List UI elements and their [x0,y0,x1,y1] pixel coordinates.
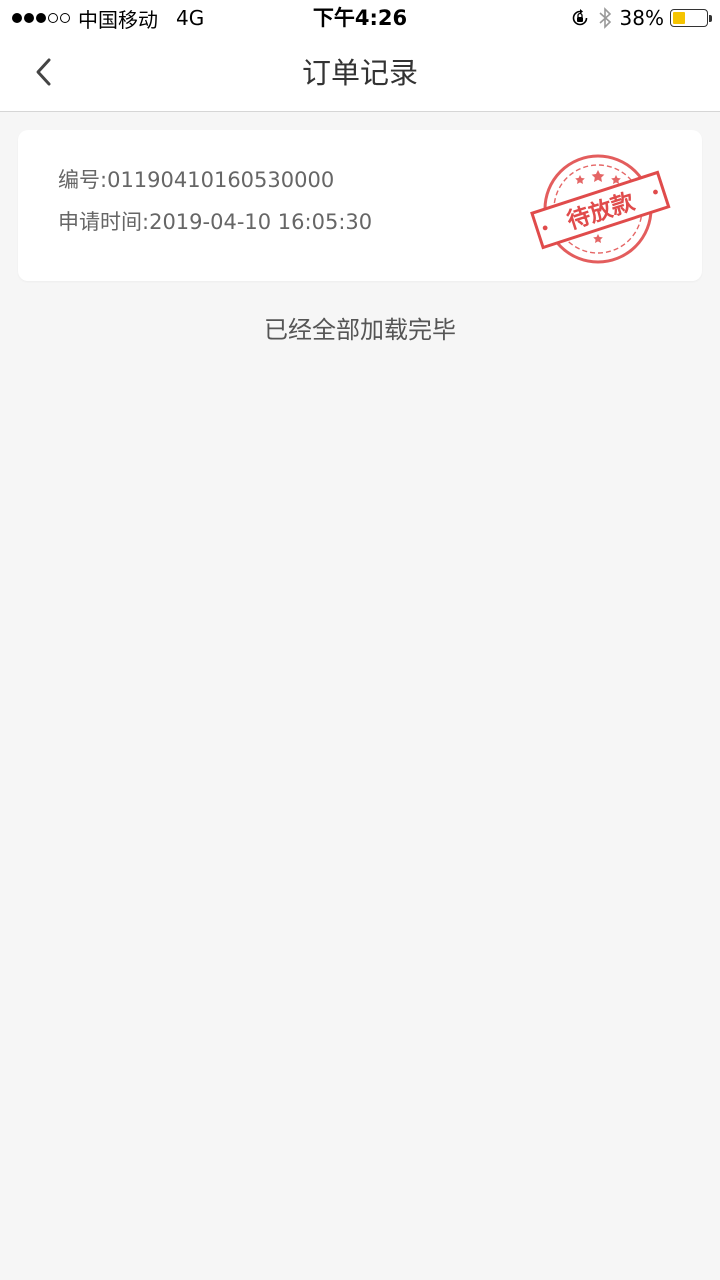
order-card[interactable]: 编号:01190410160530000 申请时间:2019-04-10 16:… [18,130,702,281]
battery-icon [670,9,708,27]
load-complete-message: 已经全部加载完毕 [264,316,456,344]
order-number-value: 01190410160530000 [107,168,335,192]
order-number: 编号:01190410160530000 [58,164,334,194]
rotation-lock-icon [570,8,590,28]
apply-time-label: 申请时间: [58,210,150,234]
status-right: 38% [570,4,712,32]
status-stamp: 待放款 [528,148,678,270]
order-apply-time: 申请时间:2019-04-10 16:05:30 [58,206,372,236]
page-title: 订单记录 [301,56,418,90]
order-number-label: 编号: [58,168,108,192]
status-bar: 中国移动 4G 下午4:26 38% [0,0,720,36]
battery-percent: 38% [619,6,664,30]
bluetooth-icon [598,7,612,29]
navigation-bar: 订单记录 [0,36,720,112]
battery-level [673,12,686,24]
chevron-left-icon [36,58,51,86]
apply-time-value: 2019-04-10 16:05:30 [149,210,373,234]
back-button[interactable] [20,48,68,96]
